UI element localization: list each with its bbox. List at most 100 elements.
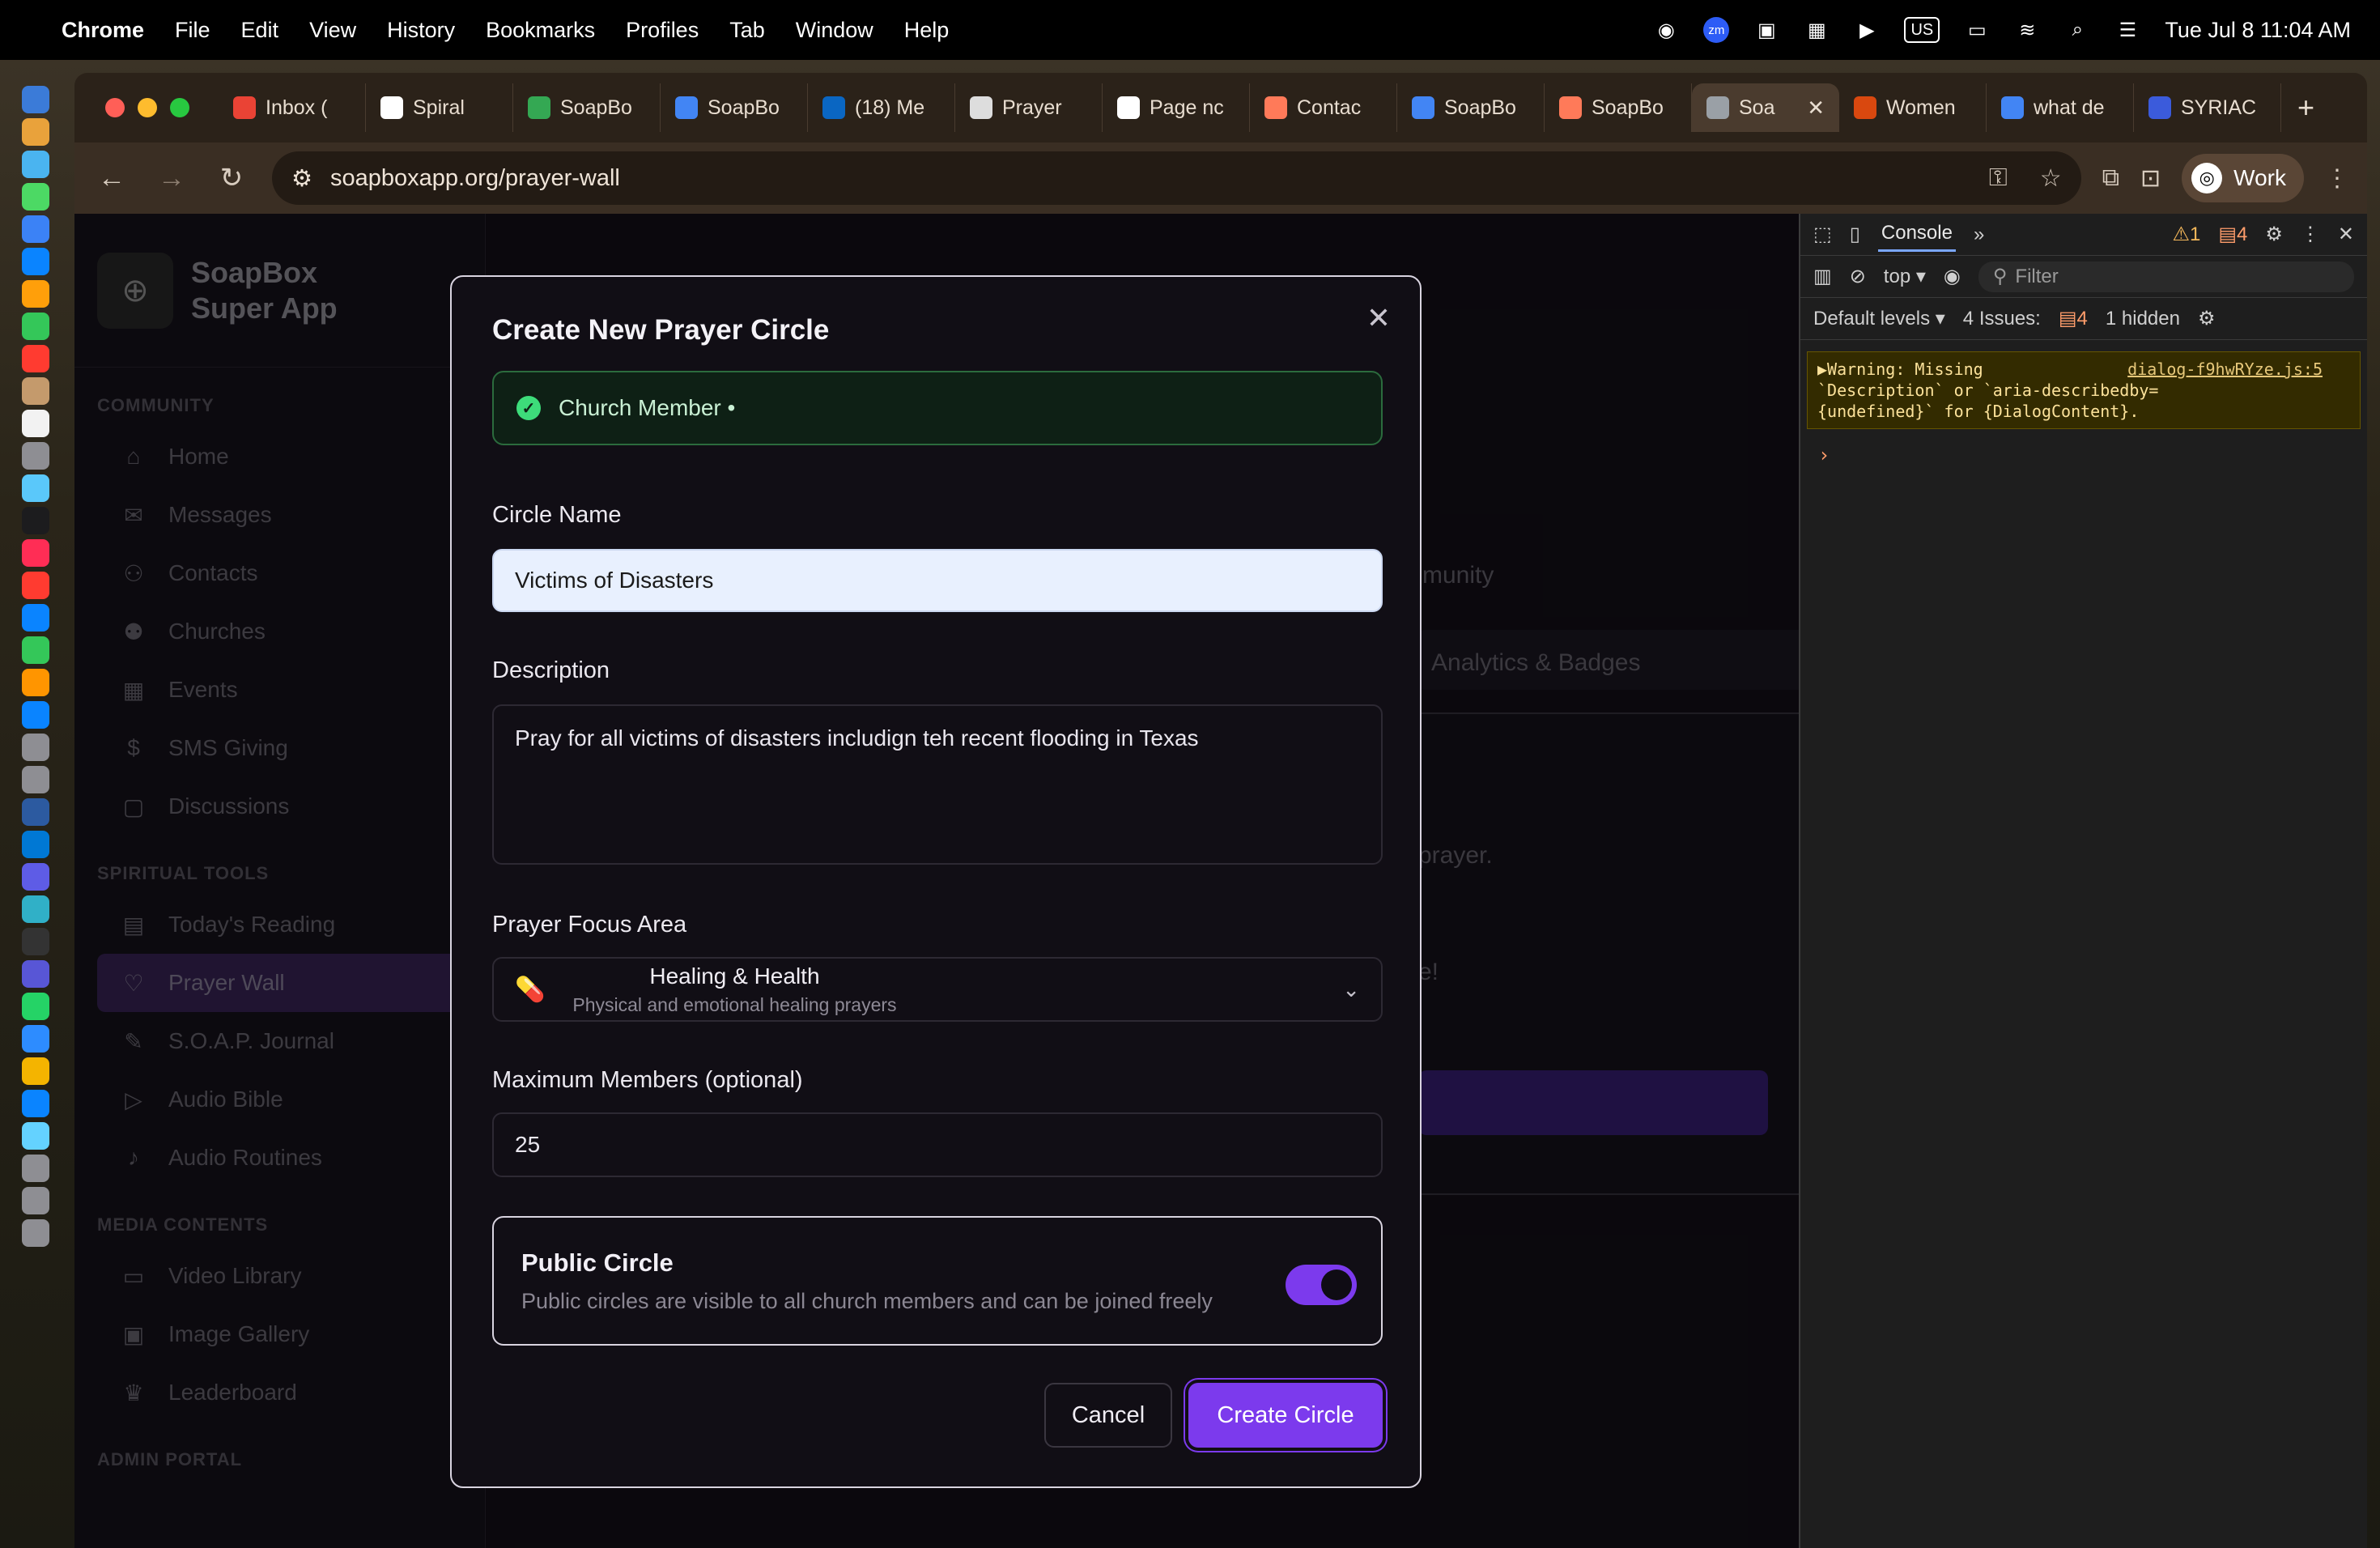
address-bar[interactable]: ⚙ soapboxapp.org/prayer-wall ⚿ ☆: [272, 151, 2081, 205]
browser-tab[interactable]: (18) Me: [808, 83, 955, 132]
dock-app-icon[interactable]: [22, 442, 49, 470]
browser-tab[interactable]: Soa ✕: [1692, 83, 1839, 132]
browser-tab[interactable]: Spiral: [366, 83, 513, 132]
levels-select[interactable]: Default levels ▾: [1813, 307, 1945, 330]
dock-app-icon[interactable]: [22, 1057, 49, 1085]
max-members-input[interactable]: 25: [492, 1112, 1383, 1177]
office-icon[interactable]: ▦: [1804, 17, 1830, 43]
dock-app-icon[interactable]: [22, 118, 49, 146]
dock-app-icon[interactable]: [22, 928, 49, 955]
clear-console-icon[interactable]: ⊘: [1850, 265, 1866, 288]
dock-app-icon[interactable]: [22, 798, 49, 826]
menu-view[interactable]: View: [309, 18, 356, 43]
dock-app-icon[interactable]: [22, 313, 49, 340]
filter-input[interactable]: ⚲ Filter: [1978, 261, 2354, 292]
outlook-icon[interactable]: ▣: [1753, 17, 1779, 43]
site-info-icon[interactable]: ⚙: [291, 164, 312, 193]
dock-app-icon[interactable]: [22, 1090, 49, 1117]
control-center-icon[interactable]: ☰: [2114, 17, 2140, 43]
reload-icon[interactable]: ↻: [212, 162, 251, 194]
tab-console[interactable]: Console: [1877, 217, 1956, 252]
clock[interactable]: Tue Jul 8 11:04 AM: [2165, 18, 2351, 43]
menu-file[interactable]: File: [175, 18, 210, 43]
devtools-menu-icon[interactable]: ⋮: [2301, 223, 2320, 246]
description-textarea[interactable]: Pray for all victims of disasters includ…: [492, 704, 1383, 865]
browser-tab[interactable]: SoapBo: [1545, 83, 1692, 132]
menu-profiles[interactable]: Profiles: [626, 18, 699, 43]
play-icon[interactable]: ▶: [1854, 17, 1880, 43]
close-icon[interactable]: ✕: [1366, 301, 1391, 335]
settings-gear-icon[interactable]: ⚙: [2265, 223, 2283, 246]
close-devtools-icon[interactable]: ✕: [2338, 223, 2354, 246]
console-prompt[interactable]: ›: [1800, 429, 2367, 481]
issues-label[interactable]: 4 Issues:: [1963, 308, 2041, 330]
browser-tab[interactable]: Inbox (: [219, 83, 366, 132]
dock-app-icon[interactable]: [22, 248, 49, 275]
console-settings-icon[interactable]: ⚙: [2198, 307, 2216, 330]
browser-tab[interactable]: SoapBo: [1397, 83, 1545, 132]
battery-icon[interactable]: ▭: [1964, 17, 1990, 43]
menu-window[interactable]: Window: [796, 18, 873, 43]
inspect-icon[interactable]: ⬚: [1813, 223, 1832, 246]
zoom-window-button[interactable]: [170, 98, 189, 117]
bookmark-star-icon[interactable]: ☆: [2040, 164, 2062, 193]
close-tab-icon[interactable]: ✕: [1807, 96, 1825, 121]
browser-tab[interactable]: Women: [1839, 83, 1987, 132]
profile-button[interactable]: ◎ Work: [2182, 154, 2304, 202]
menu-history[interactable]: History: [387, 18, 455, 43]
browser-tab[interactable]: what de: [1987, 83, 2134, 132]
dock-app-icon[interactable]: [22, 183, 49, 211]
back-icon[interactable]: ←: [92, 163, 131, 194]
dock-app-icon[interactable]: [22, 474, 49, 502]
dock-app-icon[interactable]: [22, 86, 49, 113]
cancel-button[interactable]: Cancel: [1044, 1383, 1172, 1448]
new-tab-button[interactable]: +: [2297, 91, 2314, 125]
browser-tab[interactable]: Page nc: [1103, 83, 1250, 132]
dock-app-icon[interactable]: [22, 572, 49, 599]
extensions-icon[interactable]: ⧉: [2102, 164, 2119, 192]
input-source[interactable]: US: [1904, 17, 1940, 43]
issues-count[interactable]: ▤4: [2059, 307, 2088, 330]
forward-icon[interactable]: →: [152, 163, 191, 194]
menu-bookmarks[interactable]: Bookmarks: [486, 18, 595, 43]
dock-app-icon[interactable]: [22, 1155, 49, 1182]
menu-tab[interactable]: Tab: [729, 18, 765, 43]
browser-tab[interactable]: Prayer: [955, 83, 1103, 132]
sidebar-toggle-icon[interactable]: ▥: [1813, 265, 1832, 288]
status-icon-1[interactable]: ◉: [1653, 17, 1679, 43]
search-icon[interactable]: ⌕: [2064, 17, 2090, 43]
dock-app-icon[interactable]: [22, 993, 49, 1020]
dock-app-icon[interactable]: [22, 831, 49, 858]
public-circle-toggle[interactable]: [1286, 1265, 1357, 1305]
dock-app-icon[interactable]: [22, 539, 49, 567]
more-tabs-icon[interactable]: »: [1974, 223, 1984, 246]
minimize-window-button[interactable]: [138, 98, 157, 117]
menu-app-name[interactable]: Chrome: [62, 18, 144, 43]
dock-app-icon[interactable]: [22, 863, 49, 891]
menu-edit[interactable]: Edit: [241, 18, 279, 43]
dock-app-icon[interactable]: [22, 151, 49, 178]
dock-app-icon[interactable]: [22, 410, 49, 437]
dock-app-icon[interactable]: [22, 280, 49, 308]
dock-app-icon[interactable]: [22, 1187, 49, 1214]
device-toolbar-icon[interactable]: ▯: [1850, 223, 1860, 246]
browser-tab[interactable]: Contac: [1250, 83, 1397, 132]
focus-area-select[interactable]: 💊 Healing & Health Physical and emotiona…: [492, 957, 1383, 1022]
dock-app-icon[interactable]: [22, 960, 49, 988]
dock-app-icon[interactable]: [22, 215, 49, 243]
dock-app-icon[interactable]: [22, 1025, 49, 1053]
warning-source-link[interactable]: dialog-f9hwRYze.js:5: [2127, 359, 2323, 380]
menu-kebab-icon[interactable]: ⋮: [2325, 164, 2349, 193]
context-select[interactable]: top ▾: [1884, 265, 1926, 288]
dock-app-icon[interactable]: [22, 895, 49, 923]
dock-app-icon[interactable]: [22, 377, 49, 405]
browser-tab[interactable]: SoapBo: [513, 83, 661, 132]
dock-app-icon[interactable]: [22, 734, 49, 761]
create-circle-button[interactable]: Create Circle: [1188, 1383, 1383, 1448]
circle-name-input[interactable]: Victims of Disasters: [492, 549, 1383, 612]
console-warning[interactable]: ▶Warning: Missing `Description` or `aria…: [1807, 351, 2361, 429]
dock-app-icon[interactable]: [22, 1122, 49, 1150]
dock-app-icon[interactable]: [22, 636, 49, 664]
dock-app-icon[interactable]: [22, 766, 49, 793]
url-text[interactable]: soapboxapp.org/prayer-wall: [330, 165, 620, 192]
